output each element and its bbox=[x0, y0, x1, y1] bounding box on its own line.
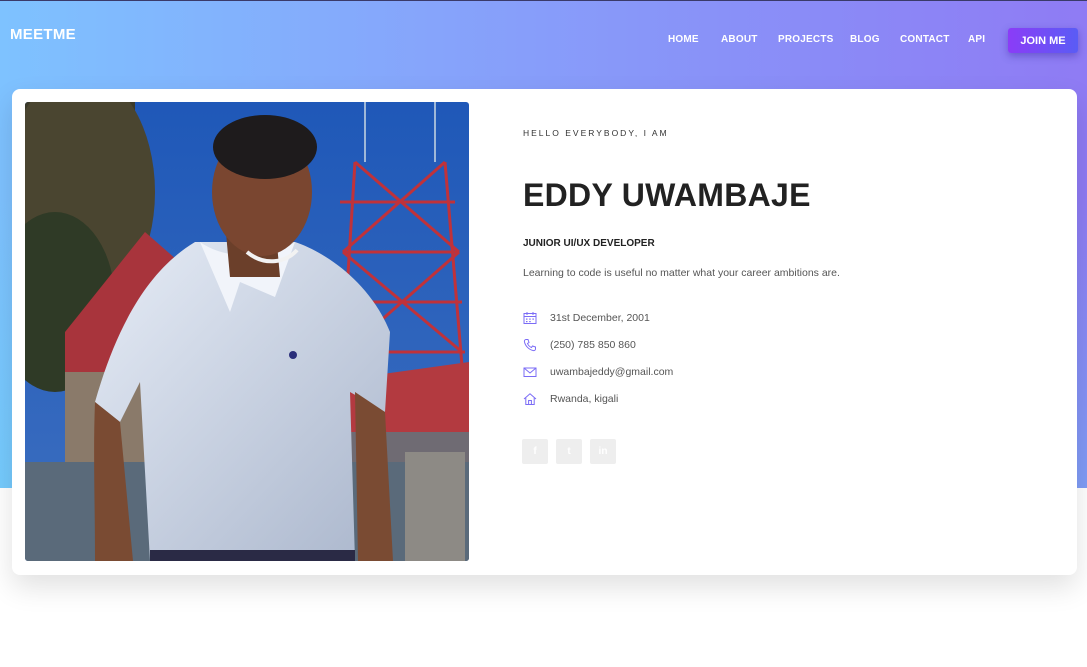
profile-photo bbox=[25, 102, 469, 561]
birthday-text: 31st December, 2001 bbox=[550, 312, 650, 324]
nav-about[interactable]: ABOUT bbox=[721, 34, 758, 45]
email-text[interactable]: uwambajeddy@gmail.com bbox=[550, 366, 673, 378]
nav-blog[interactable]: BLOG bbox=[850, 34, 880, 45]
phone-text[interactable]: (250) 785 850 860 bbox=[550, 339, 636, 351]
profile-role: JUNIOR UI/UX DEVELOPER bbox=[523, 238, 655, 249]
nav-api[interactable]: API bbox=[968, 34, 985, 45]
calendar-icon bbox=[523, 312, 537, 324]
home-icon bbox=[523, 393, 537, 405]
top-border bbox=[0, 0, 1087, 1]
twitter-icon[interactable]: t bbox=[556, 439, 582, 464]
phone-icon bbox=[523, 339, 536, 352]
intro-text: HELLO EVERYBODY, I AM bbox=[523, 128, 669, 138]
facebook-icon[interactable]: f bbox=[522, 439, 548, 464]
nav-contact[interactable]: CONTACT bbox=[900, 34, 950, 45]
profile-tagline: Learning to code is useful no matter wha… bbox=[523, 267, 840, 279]
mail-icon bbox=[523, 367, 537, 377]
join-me-button[interactable]: JOIN ME bbox=[1008, 28, 1078, 53]
address-text: Rwanda, kigali bbox=[550, 393, 619, 405]
brand-logo[interactable]: MEETME bbox=[10, 26, 76, 43]
nav-home[interactable]: HOME bbox=[668, 34, 699, 45]
profile-card: HELLO EVERYBODY, I AM EDDY UWAMBAJE JUNI… bbox=[12, 89, 1077, 575]
profile-name: EDDY UWAMBAJE bbox=[523, 177, 811, 213]
nav-projects[interactable]: PROJECTS bbox=[778, 34, 834, 45]
linkedin-icon[interactable]: in bbox=[590, 439, 616, 464]
